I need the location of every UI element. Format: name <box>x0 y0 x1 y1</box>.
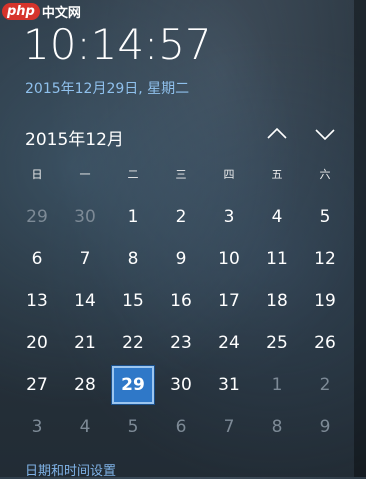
calendar-day[interactable]: 8 <box>109 238 157 280</box>
calendar-day[interactable]: 30 <box>157 364 205 406</box>
calendar-day[interactable]: 31 <box>205 364 253 406</box>
calendar-day[interactable]: 7 <box>61 238 109 280</box>
calendar-day[interactable]: 11 <box>253 238 301 280</box>
next-month-button[interactable] <box>312 121 338 147</box>
chevron-up-icon <box>267 127 287 139</box>
calendar-grid: 29 30 1 2 3 4 5 6 7 8 9 10 11 12 13 14 15 16 17 18 19 20 21 22 2… <box>13 196 349 448</box>
calendar-day[interactable]: 14 <box>61 280 109 322</box>
clock-time: 10:14:57 <box>23 20 212 69</box>
weekday-label: 四 <box>223 168 235 181</box>
calendar-day[interactable]: 26 <box>301 322 349 364</box>
weekday-label: 一 <box>79 168 91 181</box>
calendar-day[interactable]: 8 <box>253 406 301 448</box>
weekday-label: 三 <box>175 168 187 181</box>
weekday-label: 二 <box>127 168 139 181</box>
date-link[interactable]: 2015年12月29日, 星期二 <box>25 78 189 98</box>
calendar-day[interactable]: 13 <box>13 280 61 322</box>
month-title[interactable]: 2015年12月 <box>25 125 124 150</box>
calendar-day[interactable]: 9 <box>157 238 205 280</box>
calendar-day[interactable]: 1 <box>109 196 157 238</box>
calendar-day[interactable]: 9 <box>301 406 349 448</box>
calendar-day[interactable]: 2 <box>301 364 349 406</box>
weekday-label: 五 <box>271 168 283 181</box>
calendar-day[interactable]: 24 <box>205 322 253 364</box>
calendar-day-today[interactable]: 29 <box>111 365 155 405</box>
weekday-label: 六 <box>319 168 331 181</box>
weekday-label: 日 <box>31 168 43 181</box>
calendar-day[interactable]: 30 <box>61 196 109 238</box>
weekday-header: 日 一 二 三 四 五 六 <box>13 166 349 182</box>
calendar-day[interactable]: 19 <box>301 280 349 322</box>
watermark-site: 中文网 <box>41 6 81 21</box>
calendar-day[interactable]: 17 <box>205 280 253 322</box>
watermark-logo: php <box>2 3 40 20</box>
watermark: php 中文网 <box>2 2 81 21</box>
calendar-day[interactable]: 18 <box>253 280 301 322</box>
calendar-day[interactable]: 28 <box>61 364 109 406</box>
calendar-day[interactable]: 1 <box>253 364 301 406</box>
calendar-day[interactable]: 5 <box>109 406 157 448</box>
calendar-day[interactable]: 6 <box>157 406 205 448</box>
chevron-down-icon <box>315 129 335 141</box>
side-panel-edge <box>354 0 366 477</box>
calendar-day[interactable]: 29 <box>13 196 61 238</box>
calendar-day[interactable]: 15 <box>109 280 157 322</box>
calendar-day[interactable]: 25 <box>253 322 301 364</box>
calendar-day[interactable]: 27 <box>13 364 61 406</box>
calendar-day[interactable]: 22 <box>109 322 157 364</box>
calendar-day[interactable]: 10 <box>205 238 253 280</box>
calendar-day[interactable]: 4 <box>61 406 109 448</box>
calendar-day[interactable]: 2 <box>157 196 205 238</box>
calendar-day[interactable]: 3 <box>13 406 61 448</box>
calendar-day[interactable]: 20 <box>13 322 61 364</box>
calendar-day[interactable]: 7 <box>205 406 253 448</box>
calendar-day[interactable]: 21 <box>61 322 109 364</box>
previous-month-button[interactable] <box>264 121 290 147</box>
calendar-day[interactable]: 12 <box>301 238 349 280</box>
calendar-day[interactable]: 6 <box>13 238 61 280</box>
date-time-settings-link[interactable]: 日期和时间设置 <box>25 460 116 479</box>
calendar-day[interactable]: 3 <box>205 196 253 238</box>
calendar-day[interactable]: 23 <box>157 322 205 364</box>
calendar-day[interactable]: 16 <box>157 280 205 322</box>
calendar-day[interactable]: 4 <box>253 196 301 238</box>
calendar-day[interactable]: 5 <box>301 196 349 238</box>
